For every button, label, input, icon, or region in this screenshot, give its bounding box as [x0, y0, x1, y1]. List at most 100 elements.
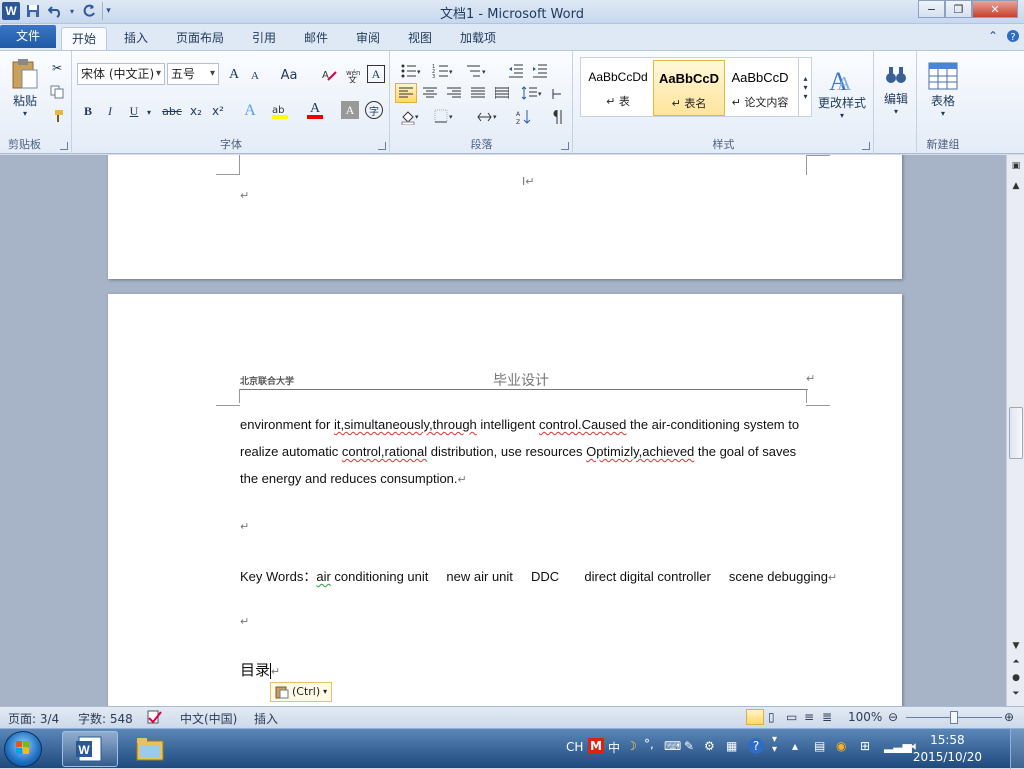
editing-button[interactable]: 编辑 ▾ — [877, 55, 915, 125]
distributed-align-button[interactable] — [491, 83, 513, 103]
ime-toolbox-icon[interactable]: ▦ — [726, 739, 737, 753]
ime-brand-icon[interactable]: M — [588, 738, 604, 754]
ruler-toggle-icon[interactable]: ▣ — [1008, 159, 1024, 173]
ime-chinese-mode[interactable]: 中 — [608, 739, 620, 756]
windows-flag-icon[interactable]: ⊞ — [860, 739, 870, 753]
word-count[interactable]: 字数: 548 — [78, 710, 133, 727]
show-desktop-button[interactable] — [1010, 729, 1024, 769]
cut-icon[interactable]: ✂ — [48, 59, 66, 77]
page-previous[interactable]: I↵ ↵ — [108, 155, 902, 279]
styles-launcher[interactable] — [862, 142, 870, 150]
paste-button[interactable]: 粘贴 ▾ — [6, 55, 44, 121]
full-screen-reading-icon[interactable]: ▯ — [768, 710, 775, 724]
clipboard-launcher[interactable] — [60, 142, 68, 150]
justify-button[interactable] — [467, 83, 489, 103]
taskbar-word-app[interactable]: W — [62, 731, 118, 767]
underline-button[interactable]: U — [125, 101, 143, 121]
ime-help-icon[interactable]: ? — [748, 738, 764, 754]
superscript-button[interactable]: x² — [209, 101, 227, 121]
vertical-scrollbar[interactable]: ▣ ▲ ▼ ⏶ ● ⏷ — [1006, 155, 1024, 706]
styles-scroll-buttons[interactable]: ▴ ▾ ▾ — [798, 57, 812, 117]
ime-options-icon[interactable]: ▾ ▾ — [772, 735, 777, 755]
zoom-level[interactable]: 100% — [848, 710, 882, 724]
highlight-icon[interactable]: ab — [269, 101, 291, 121]
proofing-icon[interactable] — [146, 710, 162, 727]
tab-review[interactable]: 审阅 — [346, 27, 390, 50]
clear-format-icon[interactable]: A — [319, 65, 339, 85]
style-item-table[interactable]: AaBbCcDd ↵ 表 — [582, 60, 654, 116]
scroll-up-icon[interactable]: ▲ — [1008, 179, 1024, 193]
enclose-char-icon[interactable]: A — [367, 65, 385, 83]
ime-tools-icon[interactable]: ✎ — [684, 739, 694, 753]
shrink-font-button[interactable]: A — [247, 67, 263, 85]
change-case-button[interactable]: Aa — [277, 65, 301, 85]
minimize-button[interactable]: − — [918, 0, 945, 18]
borders-icon[interactable]: ▾ — [431, 107, 457, 127]
start-button[interactable] — [4, 731, 42, 767]
tab-view[interactable]: 视图 — [398, 27, 442, 50]
show-hidden-icons[interactable]: ▴ — [792, 739, 798, 753]
copy-icon[interactable] — [48, 83, 66, 101]
web-layout-icon[interactable]: ▭ — [786, 710, 797, 724]
font-name-combo[interactable]: 宋体 (中文正) — [77, 63, 165, 85]
abstract-line-2[interactable]: realize automatic control,rational distr… — [240, 444, 796, 459]
ime-settings-icon[interactable]: ⚙ — [704, 739, 715, 753]
browse-object-icon[interactable]: ● — [1008, 671, 1024, 685]
tab-mailings[interactable]: 邮件 — [294, 27, 338, 50]
bullets-icon[interactable]: ▾ — [397, 61, 425, 81]
asian-layout-icon[interactable] — [549, 85, 567, 103]
line-spacing-icon[interactable]: ▾ — [517, 83, 547, 103]
zoom-out-icon[interactable]: ⊖ — [888, 710, 898, 724]
strikethrough-button[interactable]: abc — [159, 101, 185, 121]
enclose-characters-icon[interactable]: 字 — [365, 101, 383, 119]
close-button[interactable]: ✕ — [972, 0, 1018, 18]
document-area[interactable]: I↵ ↵ 北京联合大学 毕业设计 ↵ environment for it,si… — [0, 155, 1006, 706]
abstract-line-3[interactable]: the energy and reduces consumption.↵ — [240, 471, 467, 486]
style-item-thesis-content[interactable]: AaBbCcD ↵ 论文内容 — [724, 60, 796, 116]
align-center-button[interactable] — [419, 83, 441, 103]
next-page-icon[interactable]: ⏷ — [1008, 687, 1024, 701]
sort-icon[interactable]: AZ — [513, 107, 537, 127]
toc-title[interactable]: 目录↵ — [240, 659, 280, 680]
scroll-down-icon[interactable]: ▼ — [1008, 639, 1024, 653]
network-signal-icon[interactable]: ▂▃▅ — [884, 739, 912, 753]
outline-view-icon[interactable]: ≡ — [804, 710, 814, 724]
tab-insert[interactable]: 插入 — [114, 27, 158, 50]
font-launcher[interactable] — [378, 142, 386, 150]
decrease-indent-icon[interactable] — [505, 61, 527, 81]
align-right-button[interactable] — [443, 83, 465, 103]
numbering-icon[interactable]: 1 2 3 ▾ — [429, 61, 457, 81]
ime-indicator[interactable]: CH — [566, 740, 583, 754]
align-left-button[interactable] — [395, 83, 417, 103]
style-item-table-name[interactable]: AaBbCcD ↵ 表名 — [653, 60, 725, 116]
zoom-slider-thumb[interactable] — [950, 711, 958, 724]
tab-references[interactable]: 引用 — [242, 27, 286, 50]
font-size-combo[interactable]: 五号 — [167, 63, 219, 85]
char-shading-button[interactable]: A — [341, 101, 359, 119]
paste-options-button[interactable]: (Ctrl) ▾ — [270, 682, 333, 702]
italic-button[interactable]: I — [101, 101, 119, 121]
subscript-button[interactable]: x₂ — [187, 101, 205, 121]
format-painter-icon[interactable] — [48, 107, 66, 125]
table-button[interactable]: 表格 ▾ — [922, 55, 964, 125]
show-marks-icon[interactable] — [547, 107, 567, 127]
maximize-button[interactable]: ❐ — [945, 0, 972, 18]
tab-home[interactable]: 开始 — [61, 27, 108, 50]
tab-page-layout[interactable]: 页面布局 — [166, 27, 234, 50]
security-app-icon[interactable]: ◉ — [836, 739, 846, 753]
scroll-thumb[interactable] — [1009, 407, 1023, 459]
previous-page-icon[interactable]: ⏶ — [1008, 655, 1024, 669]
phonetic-guide-icon[interactable]: wén 文 — [343, 65, 363, 85]
page-indicator[interactable]: 页面: 3/4 — [8, 710, 59, 727]
taskbar-explorer-app[interactable] — [122, 731, 178, 767]
tab-addins[interactable]: 加载项 — [450, 27, 506, 50]
draft-view-icon[interactable]: ≣ — [822, 710, 832, 724]
insert-mode-indicator[interactable]: 插入 — [254, 710, 278, 727]
chinese-layout-icon[interactable]: ▾ — [473, 107, 503, 127]
multilevel-list-icon[interactable]: ▾ — [463, 61, 491, 81]
soft-keyboard-icon[interactable]: ⌨ — [664, 739, 681, 753]
change-styles-button[interactable]: AA 更改样式 ▾ — [814, 57, 870, 127]
font-color-button[interactable]: A — [305, 101, 325, 121]
keywords-line[interactable]: Key Words：air conditioning unit new air … — [240, 566, 837, 585]
underline-dropdown-icon[interactable]: ▾ — [145, 103, 153, 121]
